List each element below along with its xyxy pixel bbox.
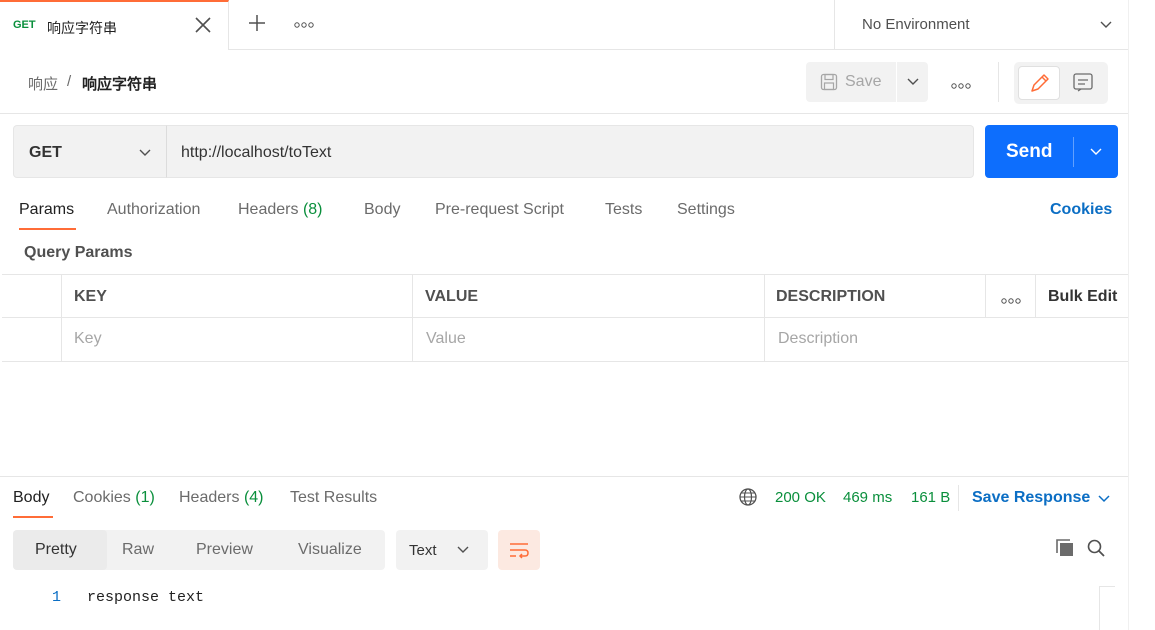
globe-icon[interactable] <box>738 487 758 507</box>
more-horizontal-icon[interactable] <box>1000 293 1022 304</box>
content-type-select[interactable]: Text <box>396 530 488 570</box>
breadcrumb-separator: / <box>67 73 72 90</box>
column-divider <box>764 275 765 361</box>
column-divider <box>412 275 413 361</box>
chevron-down-icon <box>456 543 470 557</box>
more-horizontal-icon[interactable] <box>293 18 315 30</box>
comment-icon[interactable] <box>1070 70 1096 96</box>
request-header: 响应 / 响应字符串 Save <box>0 50 1128 114</box>
view-toggle <box>1014 62 1108 104</box>
response-headers-count: (4) <box>243 489 264 506</box>
column-header-value: VALUE <box>425 288 479 305</box>
response-tab-headers[interactable]: Headers (4) <box>179 489 264 507</box>
chevron-down-icon[interactable] <box>1089 145 1103 159</box>
chevron-down-icon[interactable] <box>1097 492 1111 506</box>
divider <box>998 62 999 102</box>
response-size[interactable]: 161 B <box>911 489 950 506</box>
response-body-line[interactable]: response text <box>87 589 204 606</box>
copy-icon[interactable] <box>1055 538 1075 558</box>
send-button[interactable]: Send <box>985 125 1118 178</box>
scrollbar[interactable] <box>1099 586 1115 630</box>
response-tab-test-results[interactable]: Test Results <box>290 489 377 507</box>
response-tab-cookies[interactable]: Cookies (1) <box>73 489 155 507</box>
tab-method-badge: GET <box>13 19 36 31</box>
divider <box>958 485 959 511</box>
save-divider <box>896 62 897 102</box>
column-divider <box>1035 275 1036 318</box>
chevron-down-icon <box>1099 18 1113 32</box>
edit-mode-button[interactable] <box>1018 66 1060 100</box>
more-horizontal-icon[interactable] <box>950 78 972 89</box>
url-value: http://localhost/toText <box>181 144 332 161</box>
tab-params[interactable]: Params <box>19 201 74 219</box>
format-raw[interactable]: Raw <box>122 541 154 559</box>
key-input[interactable]: Key <box>74 330 102 348</box>
environment-selector[interactable]: No Environment <box>834 0 1128 50</box>
response-time[interactable]: 469 ms <box>843 489 892 506</box>
send-label: Send <box>1006 141 1053 162</box>
breadcrumb-collection[interactable]: 响应 <box>28 73 58 94</box>
params-table: KEY VALUE DESCRIPTION Bulk Edit Key Valu… <box>2 274 1128 362</box>
table-header-row <box>2 275 1128 318</box>
column-header-description: DESCRIPTION <box>776 288 886 305</box>
format-segmented-control: Pretty Raw Preview Visualize <box>13 530 385 570</box>
format-preview[interactable]: Preview <box>196 541 253 559</box>
query-params-title: Query Params <box>24 244 133 261</box>
headers-count: (8) <box>302 201 323 218</box>
tab-pre-request-script[interactable]: Pre-request Script <box>435 201 564 219</box>
save-label: Save <box>845 73 882 90</box>
search-icon[interactable] <box>1086 538 1106 558</box>
window-edge <box>1128 0 1129 630</box>
content-type-label: Text <box>409 542 437 559</box>
wrap-lines-icon <box>507 539 531 561</box>
cookies-link[interactable]: Cookies <box>1050 201 1112 219</box>
pencil-icon <box>1031 74 1049 92</box>
tab-tests[interactable]: Tests <box>605 201 642 219</box>
method-select[interactable]: GET <box>13 125 167 178</box>
value-input[interactable]: Value <box>426 330 466 348</box>
environment-label: No Environment <box>862 16 970 33</box>
breadcrumb-current[interactable]: 响应字符串 <box>82 73 157 94</box>
url-input[interactable]: http://localhost/toText <box>166 125 974 178</box>
tab-title: 响应字符串 <box>47 21 117 37</box>
tab-bar: GET 响应字符串 No Environment <box>0 0 1128 50</box>
column-divider <box>985 275 986 318</box>
column-header-key: KEY <box>74 288 107 305</box>
tab-settings[interactable]: Settings <box>677 201 735 219</box>
plus-icon[interactable] <box>246 12 268 34</box>
tab-body[interactable]: Body <box>364 201 400 219</box>
tab-headers[interactable]: Headers (8) <box>238 201 323 219</box>
send-divider <box>1073 137 1074 167</box>
save-button[interactable]: Save <box>806 62 928 102</box>
chevron-down-icon <box>138 146 152 160</box>
save-icon <box>820 73 838 91</box>
close-icon[interactable] <box>192 14 214 36</box>
response-tab-body[interactable]: Body <box>13 489 49 507</box>
format-visualize[interactable]: Visualize <box>298 541 362 559</box>
column-divider <box>61 275 62 361</box>
bulk-edit-button[interactable]: Bulk Edit <box>1048 288 1117 306</box>
status-code[interactable]: 200 OK <box>775 489 826 506</box>
wrap-lines-button[interactable] <box>498 530 540 570</box>
save-response-button[interactable]: Save Response <box>972 489 1090 507</box>
cookies-count: (1) <box>135 489 155 506</box>
response-divider <box>0 476 1128 477</box>
method-label: GET <box>29 144 62 161</box>
active-tab-indicator <box>19 228 76 230</box>
description-input[interactable]: Description <box>778 330 858 348</box>
tab-authorization[interactable]: Authorization <box>107 201 200 219</box>
line-number: 1 <box>52 589 62 606</box>
format-pretty[interactable]: Pretty <box>35 541 77 559</box>
active-tab-indicator <box>13 516 53 518</box>
request-tab[interactable]: GET 响应字符串 <box>0 0 229 50</box>
chevron-down-icon[interactable] <box>906 75 920 89</box>
